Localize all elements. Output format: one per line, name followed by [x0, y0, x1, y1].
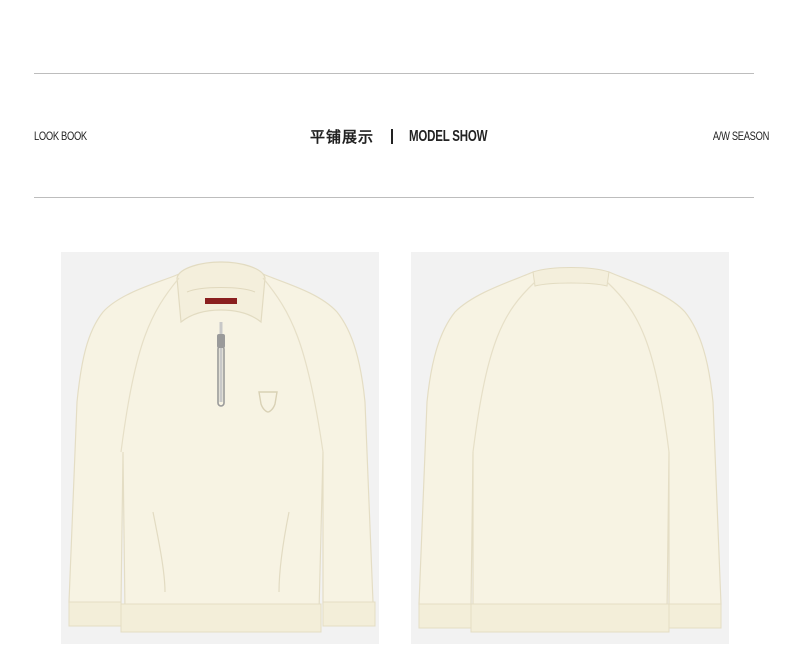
bottom-divider — [34, 197, 754, 198]
season-label: A/W SEASON — [712, 129, 769, 143]
title-separator — [391, 129, 394, 144]
section-title: 平铺展示 MODEL SHOW — [310, 126, 518, 147]
sweatshirt-front-illustration — [68, 261, 376, 633]
section-title-cn: 平铺展示 — [310, 128, 375, 146]
look-book-label: LOOK BOOK — [34, 129, 87, 143]
section-header: LOOK BOOK 平铺展示 MODEL SHOW A/W SEASON — [34, 124, 769, 152]
sweatshirt-back-illustration — [418, 267, 722, 633]
section-title-en: MODEL SHOW — [409, 127, 488, 145]
top-divider — [34, 73, 754, 74]
front-view-image — [61, 252, 379, 644]
back-view-image — [411, 252, 729, 644]
